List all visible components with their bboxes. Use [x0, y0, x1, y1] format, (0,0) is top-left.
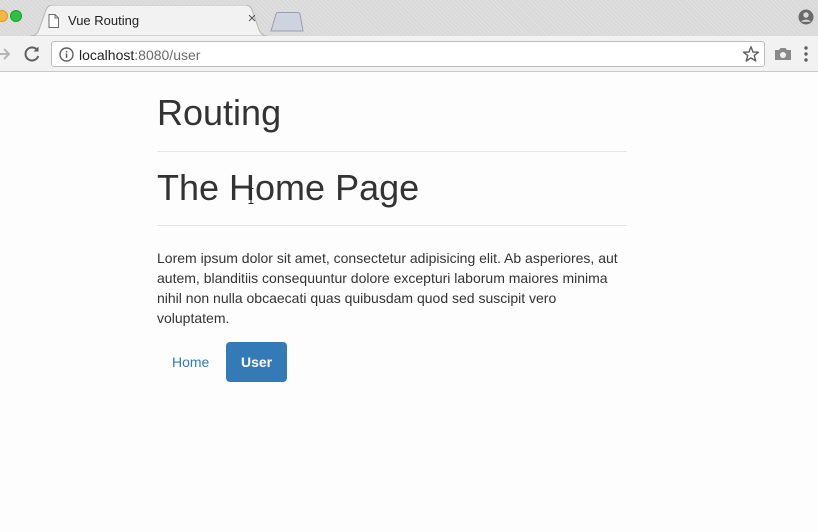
- site-title: Routing: [157, 92, 282, 133]
- star-icon[interactable]: [742, 45, 760, 63]
- info-icon[interactable]: [59, 47, 74, 62]
- document-icon: [48, 14, 59, 28]
- nav-user-link[interactable]: User: [226, 342, 288, 382]
- camera-icon[interactable]: [774, 46, 792, 62]
- body-text: Lorem ipsum dolor sit amet, consectetur …: [157, 250, 618, 326]
- url-path: :8080/user: [134, 47, 201, 63]
- new-tab-icon[interactable]: [268, 12, 304, 32]
- profile-icon[interactable]: [798, 9, 814, 25]
- nav-home-link[interactable]: Home: [157, 342, 224, 382]
- divider: [157, 225, 627, 226]
- url-host: localhost: [79, 47, 135, 63]
- tab-title: Vue Routing: [68, 13, 140, 28]
- forward-icon[interactable]: [0, 44, 14, 64]
- browser-toolbar: localhost:8080/user: [0, 36, 818, 72]
- browser-tab[interactable]: Vue Routing ×: [30, 5, 268, 36]
- close-icon[interactable]: ×: [244, 11, 260, 27]
- page-heading: The Home Page: [157, 167, 420, 208]
- divider: [157, 151, 627, 152]
- tab-shape: [30, 5, 268, 36]
- page-viewport: Routing The Home Page Lorem ipsum dolor …: [0, 72, 818, 532]
- url-text[interactable]: localhost:8080/user: [79, 47, 200, 63]
- address-bar[interactable]: localhost:8080/user: [51, 41, 765, 67]
- text-cursor-icon: [248, 188, 254, 204]
- reload-icon[interactable]: [22, 44, 42, 64]
- minimize-window-button[interactable]: [0, 10, 8, 22]
- menu-icon[interactable]: [802, 45, 810, 63]
- tab-strip: Vue Routing ×: [0, 0, 818, 36]
- zoom-window-button[interactable]: [10, 10, 22, 22]
